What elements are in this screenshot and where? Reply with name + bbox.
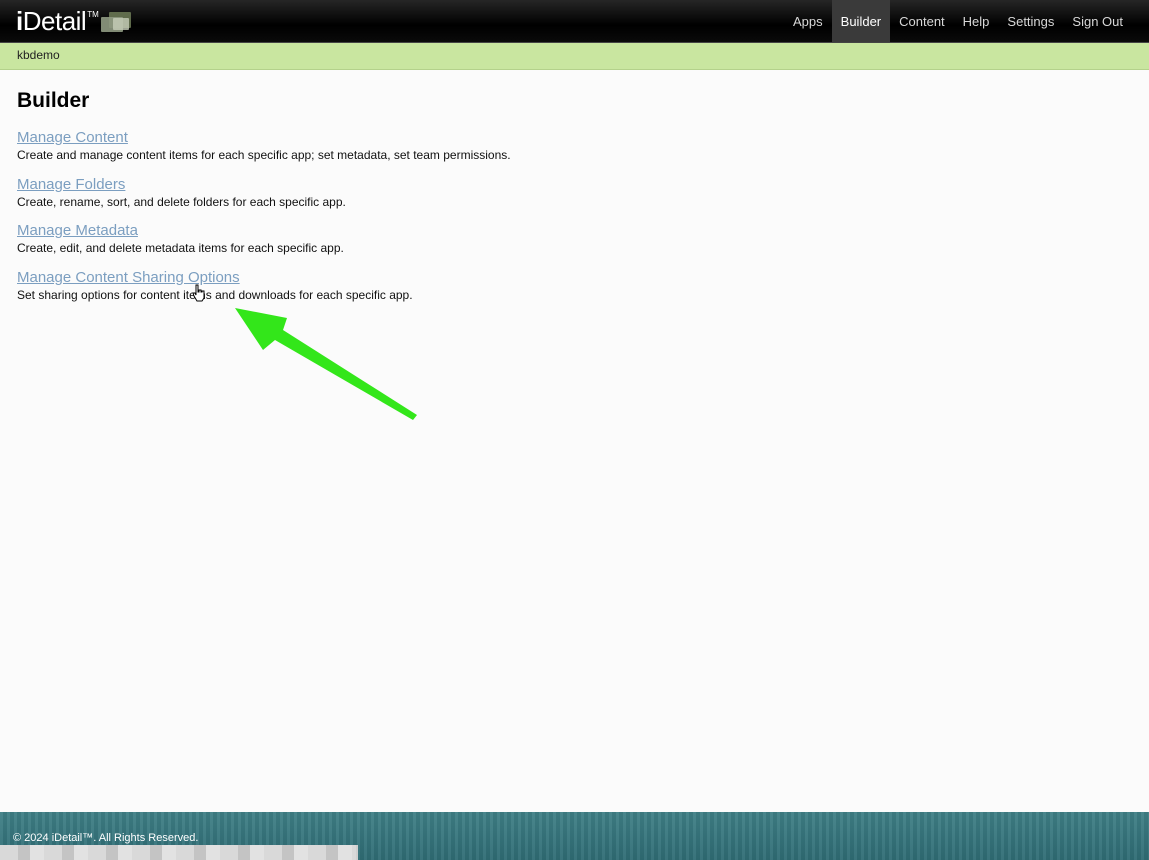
username-label: kbdemo xyxy=(17,48,60,62)
logo-wordmark: iDetail xyxy=(16,6,87,36)
builder-content: Builder Manage Content Create and manage… xyxy=(17,88,1117,302)
nav-help[interactable]: Help xyxy=(954,0,999,42)
list-item-manage-folders: Manage Folders Create, rename, sort, and… xyxy=(17,176,346,210)
page-title: Builder xyxy=(17,89,90,112)
nav-content[interactable]: Content xyxy=(890,0,954,42)
manage-content-link[interactable]: Manage Content xyxy=(17,129,511,147)
page-footer: © 2024 iDetail™. All Rights Reserved. xyxy=(0,812,1149,860)
user-bar: kbdemo xyxy=(0,43,1149,70)
logo-trademark: TM xyxy=(87,10,99,19)
nav-builder[interactable]: Builder xyxy=(831,0,891,42)
list-item-manage-metadata: Manage Metadata Create, edit, and delete… xyxy=(17,222,344,256)
top-navigation-bar: iDetail TM Apps Builder Content Help Set… xyxy=(0,0,1149,43)
footer-blurred-strip xyxy=(0,845,358,860)
manage-folders-link[interactable]: Manage Folders xyxy=(17,176,346,194)
copyright-text: © 2024 iDetail™. All Rights Reserved. xyxy=(13,832,199,844)
manage-folders-description: Create, rename, sort, and delete folders… xyxy=(17,195,346,209)
logo-squares-icon xyxy=(100,12,133,34)
nav-settings[interactable]: Settings xyxy=(998,0,1063,42)
list-item-manage-content-sharing-options: Manage Content Sharing Options Set shari… xyxy=(17,269,413,303)
annotation-arrow-icon xyxy=(235,308,417,420)
nav-apps[interactable]: Apps xyxy=(784,0,832,42)
idetail-logo[interactable]: iDetail TM xyxy=(16,7,133,35)
logo-i: i xyxy=(16,6,23,36)
nav-sign-out[interactable]: Sign Out xyxy=(1063,0,1132,42)
hand-cursor-icon xyxy=(192,284,205,302)
manage-metadata-description: Create, edit, and delete metadata items … xyxy=(17,241,344,255)
list-item-manage-content: Manage Content Create and manage content… xyxy=(17,129,511,163)
manage-metadata-link[interactable]: Manage Metadata xyxy=(17,222,344,240)
manage-content-description: Create and manage content items for each… xyxy=(17,148,511,162)
main-nav: Apps Builder Content Help Settings Sign … xyxy=(784,0,1132,42)
logo-text: Detail xyxy=(22,6,87,36)
manage-content-sharing-options-link[interactable]: Manage Content Sharing Options xyxy=(17,269,413,287)
